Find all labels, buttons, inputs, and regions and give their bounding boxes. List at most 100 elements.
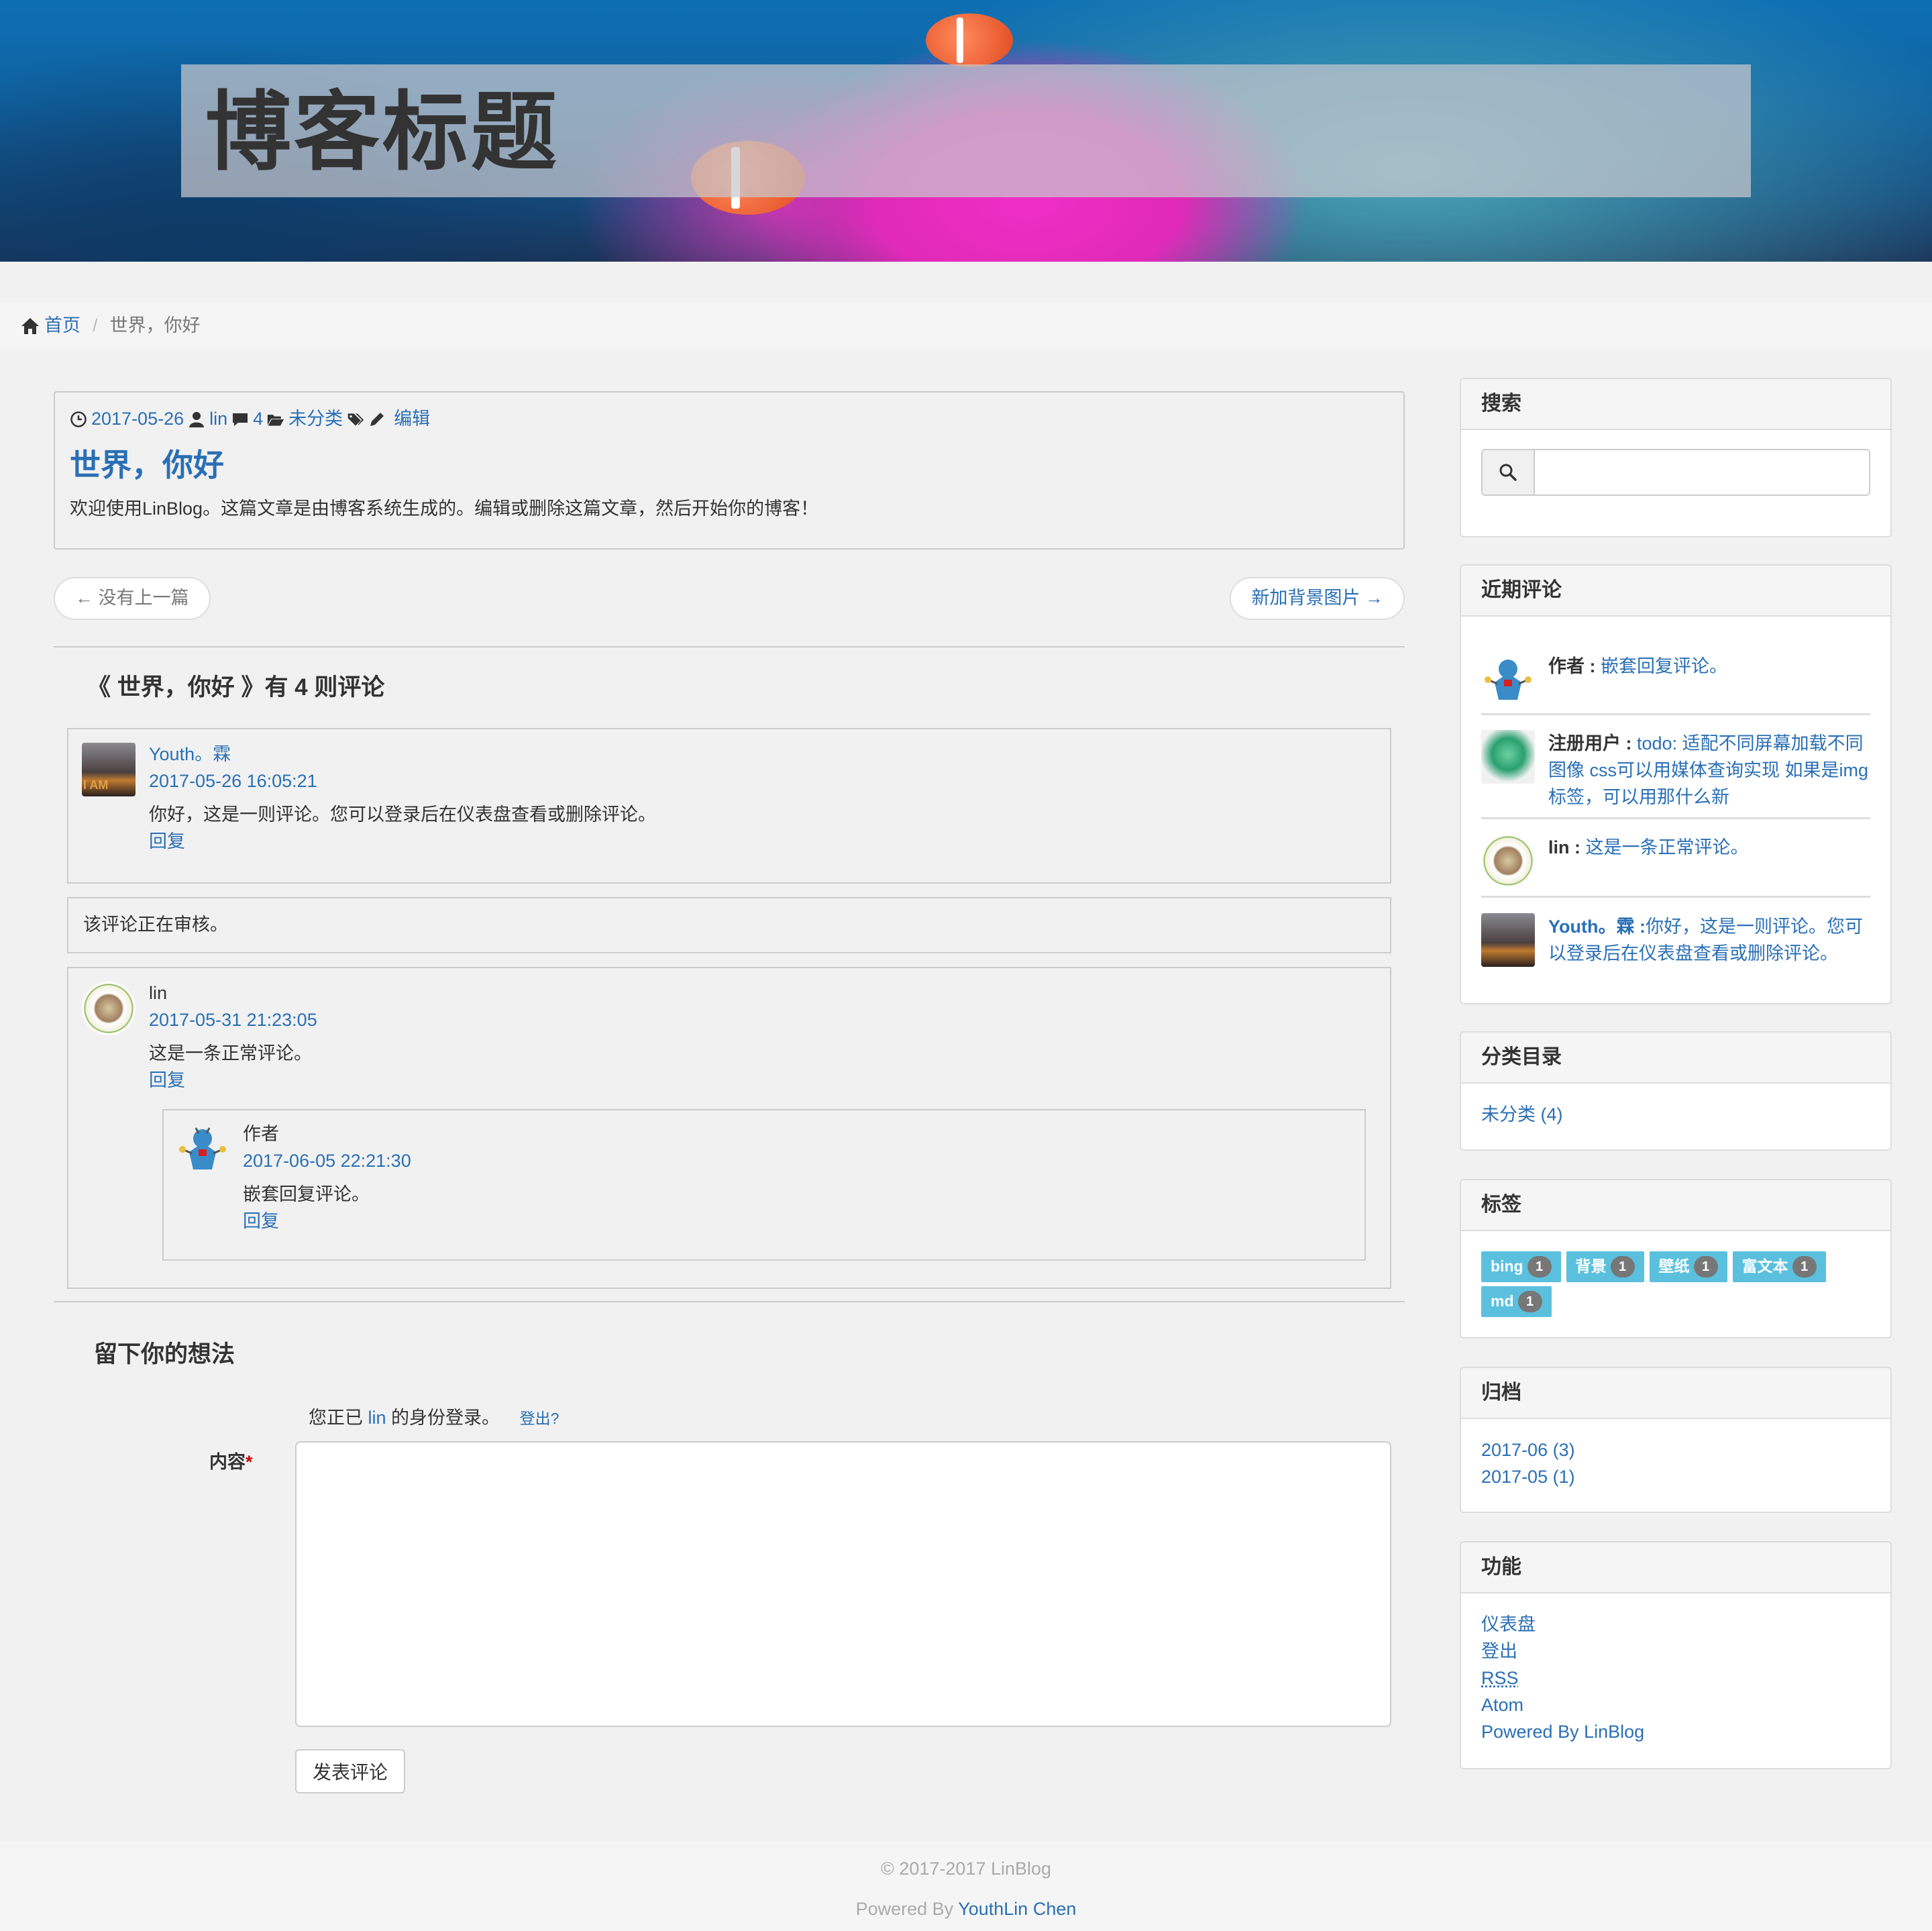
comment-textarea[interactable] — [295, 1441, 1391, 1727]
comment-author: 作者 — [243, 1124, 279, 1144]
divider — [1481, 817, 1870, 819]
tag-name: 富文本 — [1741, 1257, 1788, 1275]
submit-comment-button[interactable]: 发表评论 — [295, 1749, 405, 1793]
avatar: I AM — [82, 743, 136, 796]
header-banner: 博客标题 — [0, 0, 1932, 262]
content-label-text: 内容 — [209, 1452, 246, 1472]
comment-text: 这是一条正常评论。 — [149, 1043, 312, 1063]
footer: © 2017-2017 LinBlog Powered By YouthLin … — [0, 1841, 1932, 1931]
tags-title: 标签 — [1461, 1180, 1890, 1231]
post-card: 2017-05-26 lin 4 未分类 编辑 世界，你好 欢迎使用LinBlo… — [54, 391, 1405, 550]
clock-icon — [70, 411, 87, 427]
logout-link[interactable]: 登出 — [1481, 1638, 1870, 1665]
recent-comment-item: Youth。霖 :你好，这是一则评论。您可以登录后在仪表盘查看或删除评论。 — [1481, 913, 1870, 974]
tag-count-badge: 1 — [1792, 1256, 1817, 1277]
categories-title: 分类目录 — [1461, 1033, 1890, 1084]
archive-link[interactable]: 2017-05 (1) — [1481, 1463, 1870, 1490]
footer-copyright: © 2017-2017 LinBlog — [880, 1859, 1052, 1879]
rss-link[interactable]: RSS — [1481, 1665, 1870, 1691]
tags-panel: 标签 bing 1 背景 1 壁纸 1 富文本 1 md 1 — [1460, 1179, 1892, 1339]
search-input[interactable] — [1535, 450, 1869, 494]
avatar — [1481, 913, 1535, 967]
moderation-text: 该评论正在审核。 — [83, 915, 228, 935]
tag-item[interactable]: 壁纸 1 — [1649, 1251, 1727, 1282]
divider — [54, 646, 1405, 647]
atom-link[interactable]: Atom — [1481, 1691, 1870, 1718]
tag-count-badge: 1 — [1610, 1256, 1635, 1277]
recent-comments-panel: 近期评论 作者 : 嵌套回复评论。 注册用户 : todo: 适配不同屏幕加载不… — [1460, 564, 1892, 1004]
logged-in-prefix: 您正已 — [309, 1408, 363, 1428]
breadcrumb-current: 世界，你好 — [109, 315, 201, 336]
comment-item: lin 2017-05-31 21:23:05 这是一条正常评论。 回复 作者 … — [67, 967, 1391, 1289]
tag-name: bing — [1491, 1257, 1523, 1275]
post-title[interactable]: 世界，你好 — [70, 447, 1389, 484]
breadcrumb-separator: / — [93, 315, 98, 336]
tag-name: md — [1491, 1292, 1514, 1310]
comment-item: I AM Youth。霖 2017-05-26 16:05:21 你好，这是一则… — [67, 728, 1391, 884]
alien-avatar-icon — [1485, 660, 1532, 700]
blog-title[interactable]: 博客标题 — [205, 90, 559, 176]
post-author-link[interactable]: lin — [209, 406, 227, 432]
tag-count-badge: 1 — [1693, 1256, 1718, 1277]
logout-link[interactable]: 登出? — [520, 1410, 559, 1427]
content-label: 内容* — [209, 1449, 253, 1475]
comment-date-link[interactable]: 2017-05-31 21:23:05 — [149, 1007, 317, 1033]
folder-open-icon — [268, 414, 284, 426]
reply-link[interactable]: 回复 — [243, 1208, 279, 1235]
user-icon — [189, 411, 205, 427]
next-post-button[interactable]: 新加背景图片 → — [1230, 577, 1405, 620]
footer-powered: Powered By YouthLin Chen — [0, 1896, 1932, 1922]
comment-text: 嵌套回复评论。 — [243, 1184, 370, 1204]
comment-author-link[interactable]: Youth。霖 — [149, 741, 231, 768]
dashboard-link[interactable]: 仪表盘 — [1481, 1611, 1870, 1638]
functions-panel: 功能 仪表盘 登出 RSS Atom Powered By LinBlog — [1460, 1541, 1892, 1769]
tag-item[interactable]: 背景 1 — [1566, 1251, 1644, 1282]
recent-comment-item: 注册用户 : todo: 适配不同屏幕加载不同图像 css可以用媒体查询实现 如… — [1481, 730, 1870, 807]
reply-link[interactable]: 回复 — [149, 829, 185, 855]
reply-link[interactable]: 回复 — [149, 1067, 185, 1094]
tag-item[interactable]: 富文本 1 — [1732, 1251, 1826, 1282]
avatar-text: I AM — [83, 778, 109, 792]
search-icon[interactable] — [1483, 450, 1535, 494]
functions-title: 功能 — [1461, 1543, 1890, 1594]
prev-post-button[interactable]: ← 没有上一篇 — [54, 577, 211, 620]
comment-icon — [233, 413, 248, 426]
powered-by-link[interactable]: Powered By LinBlog — [1481, 1718, 1870, 1745]
search-panel-title: 搜索 — [1461, 379, 1890, 430]
search-box — [1481, 449, 1870, 496]
tag-item[interactable]: bing 1 — [1481, 1251, 1561, 1282]
post-category-link[interactable]: 未分类 — [288, 406, 343, 432]
footer-author-link[interactable]: YouthLin Chen — [958, 1899, 1076, 1919]
post-comment-count-link[interactable]: 4 — [253, 406, 263, 432]
post-meta: 2017-05-26 lin 4 未分类 编辑 — [70, 406, 1389, 432]
breadcrumb: 首页 / 世界，你好 — [0, 302, 1932, 350]
recent-comment-link[interactable]: 嵌套回复评论。 — [1601, 656, 1727, 676]
comment-date-link[interactable]: 2017-05-26 16:05:21 — [149, 768, 317, 794]
recent-comment-link[interactable]: 这是一条正常评论。 — [1586, 837, 1749, 857]
title-box: 博客标题 — [181, 64, 1751, 197]
breadcrumb-home-link[interactable]: 首页 — [44, 313, 80, 339]
logged-in-notice: 您正已 lin 的身份登录。 登出? — [309, 1405, 559, 1431]
required-mark: * — [246, 1452, 253, 1472]
recent-comment-author: lin : — [1548, 837, 1580, 857]
logged-in-user-link[interactable]: lin — [368, 1408, 386, 1428]
divider — [54, 1301, 1405, 1302]
recent-comment-author-link[interactable]: Youth。霖 : — [1548, 917, 1646, 937]
recent-comment-item: lin : 这是一条正常评论。 — [1481, 834, 1870, 894]
category-link[interactable]: 未分类 (4) — [1481, 1101, 1870, 1128]
avatar — [1481, 730, 1535, 784]
logged-in-suffix: 的身份登录。 — [391, 1408, 500, 1428]
recent-comment-author: 注册用户 : — [1548, 733, 1632, 753]
post-edit-link[interactable]: 编辑 — [394, 406, 430, 432]
post-date-link[interactable]: 2017-05-26 — [91, 406, 184, 432]
home-icon — [21, 318, 39, 334]
tag-item[interactable]: md 1 — [1481, 1286, 1552, 1317]
recent-comments-title: 近期评论 — [1461, 566, 1890, 617]
comment-text: 你好，这是一则评论。您可以登录后在仪表盘查看或删除评论。 — [149, 804, 656, 825]
archive-link[interactable]: 2017-06 (3) — [1481, 1437, 1870, 1463]
archives-panel: 归档 2017-06 (3) 2017-05 (1) — [1460, 1367, 1892, 1513]
avatar — [1481, 834, 1535, 888]
comments-heading: 《 世界，你好 》有 4 则评论 — [87, 674, 385, 700]
comment-date-link[interactable]: 2017-06-05 22:21:30 — [243, 1148, 411, 1174]
tag-name: 背景 — [1575, 1257, 1607, 1275]
